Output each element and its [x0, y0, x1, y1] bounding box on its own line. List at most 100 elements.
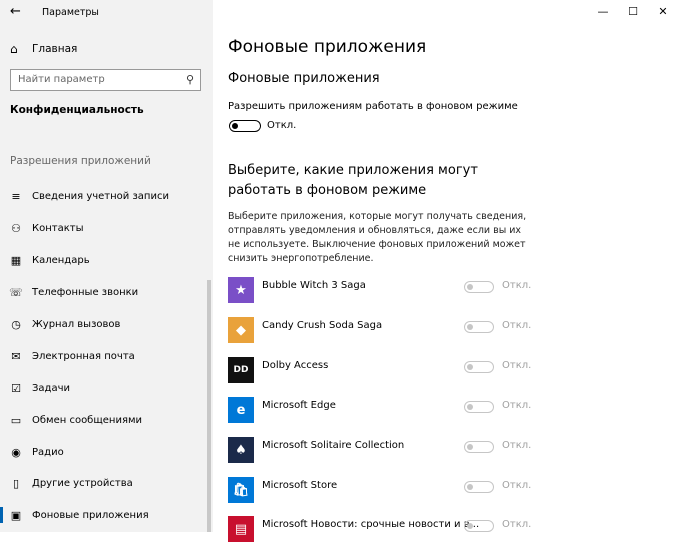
allow-background-label: Разрешить приложениям работать в фоновом…: [228, 101, 518, 112]
sidebar-item-phone-calls[interactable]: ☏ Телефонные звонки: [0, 280, 213, 304]
maximize-icon[interactable]: ☐: [619, 2, 647, 22]
minimize-icon[interactable]: —: [589, 2, 617, 22]
sidebar-item-radio[interactable]: ◉ Радио: [0, 440, 213, 464]
app-toggle-state: Откл.: [502, 400, 532, 411]
sidebar-item-label: Радио: [32, 446, 64, 458]
app-toggle-state: Откл.: [502, 519, 532, 530]
toggle-knob: [467, 283, 473, 290]
app-name: Microsoft Edge: [262, 400, 336, 411]
sidebar-item-label: Обмен сообщениями: [32, 414, 143, 426]
sidebar-item-label: Другие устройства: [32, 477, 133, 489]
news-app-icon: ▤: [228, 516, 254, 542]
phone-icon: ☏: [9, 285, 23, 299]
app-toggle[interactable]: [464, 441, 494, 453]
app-toggle-state: Откл.: [502, 280, 532, 291]
section-header: Разрешения приложений: [10, 155, 151, 167]
category-title: Конфиденциальность: [10, 104, 144, 116]
choose-apps-heading: Выберите, какие приложения могут работат…: [228, 163, 478, 198]
sidebar-item-contacts[interactable]: ⚇ Контакты: [0, 216, 213, 240]
solitaire-app-icon: ♠: [228, 437, 254, 463]
home-link[interactable]: ⌂ Главная: [10, 40, 77, 58]
list-item: ★ Bubble Witch 3 Saga Откл.: [228, 277, 668, 305]
contacts-icon: ⚇: [11, 221, 21, 235]
allow-background-state: Откл.: [267, 120, 297, 131]
sidebar-item-tasks[interactable]: ☑ Задачи: [0, 376, 213, 400]
sidebar-item-label: Сведения учетной записи: [32, 190, 169, 202]
sidebar-item-call-history[interactable]: ◷ Журнал вызовов: [0, 312, 213, 336]
search-input[interactable]: Найти параметр ⚲: [10, 69, 201, 91]
app-name: Candy Crush Soda Saga: [262, 320, 383, 331]
app-name: Dolby Access: [262, 360, 329, 371]
app-toggle-state: Откл.: [502, 480, 532, 491]
app-name: Microsoft Новости: срочные новости и в..…: [262, 519, 480, 530]
toggle-knob: [467, 323, 473, 330]
search-placeholder: Найти параметр: [18, 74, 105, 85]
sidebar-item-calendar[interactable]: ▦ Календарь: [0, 248, 213, 272]
radio-icon: ◉: [11, 445, 21, 459]
list-item: 🛍 Microsoft Store Откл.: [228, 477, 668, 505]
sidebar-scrollbar[interactable]: [207, 280, 211, 532]
sidebar-item-label: Задачи: [32, 382, 70, 394]
back-arrow-icon[interactable]: ←: [10, 4, 21, 19]
app-toggle-state: Откл.: [502, 440, 532, 451]
candy-crush-app-icon: ◆: [228, 317, 254, 343]
toggle-knob: [467, 483, 473, 490]
toggle-knob: [467, 443, 473, 450]
list-item: ♠ Microsoft Solitaire Collection Откл.: [228, 437, 668, 465]
sidebar-item-messaging[interactable]: ▭ Обмен сообщениями: [0, 408, 213, 432]
sidebar-item-label: Телефонные звонки: [32, 286, 139, 298]
section-subtitle: Фоновые приложения: [228, 71, 380, 86]
sidebar-item-email[interactable]: ✉ Электронная почта: [0, 344, 213, 368]
sidebar-item-account-info[interactable]: ≡ Сведения учетной записи: [0, 184, 213, 208]
app-toggle-state: Откл.: [502, 360, 532, 371]
app-toggle[interactable]: [464, 481, 494, 493]
email-icon: ✉: [11, 349, 21, 363]
search-icon[interactable]: ⚲: [186, 73, 194, 86]
sidebar-item-other-devices[interactable]: ▯ Другие устройства: [0, 471, 213, 495]
sidebar: ← Параметры ⌂ Главная Найти параметр ⚲ К…: [0, 0, 213, 532]
app-name: Microsoft Store: [262, 480, 338, 491]
sidebar-item-label: Фоновые приложения: [32, 509, 149, 521]
bubble-witch-app-icon: ★: [228, 277, 254, 303]
titlebar: ← Параметры: [0, 0, 213, 26]
tasks-icon: ☑: [11, 381, 21, 395]
app-toggle[interactable]: [464, 281, 494, 293]
toggle-knob: [467, 403, 473, 410]
sidebar-item-background-apps[interactable]: ▣ Фоновые приложения: [0, 503, 213, 527]
close-icon[interactable]: ✕: [649, 2, 677, 22]
page-title: Фоновые приложения: [228, 37, 427, 57]
sidebar-item-label: Контакты: [32, 222, 84, 234]
choose-apps-description: Выберите приложения, которые могут получ…: [228, 211, 527, 264]
sidebar-item-label: Календарь: [32, 254, 90, 266]
sidebar-item-label: Журнал вызовов: [32, 318, 121, 330]
toggle-knob: [467, 522, 473, 529]
app-toggle-state: Откл.: [502, 320, 532, 331]
main-content: — ☐ ✕ Фоновые приложения Фоновые приложе…: [213, 0, 680, 542]
app-toggle[interactable]: [464, 361, 494, 373]
app-toggle[interactable]: [464, 401, 494, 413]
dolby-app-icon: DD: [228, 357, 254, 383]
list-item: e Microsoft Edge Откл.: [228, 397, 668, 425]
list-item: ◆ Candy Crush Soda Saga Откл.: [228, 317, 668, 345]
app-toggle[interactable]: [464, 520, 494, 532]
selection-indicator: [0, 507, 3, 523]
list-item: DD Dolby Access Откл.: [228, 357, 668, 385]
app-toggle[interactable]: [464, 321, 494, 333]
app-name: Microsoft Solitaire Collection: [262, 440, 405, 451]
edge-app-icon: e: [228, 397, 254, 423]
devices-icon: ▯: [12, 476, 20, 490]
home-icon: ⌂: [10, 42, 18, 56]
toggle-knob: [232, 122, 238, 129]
toggle-knob: [467, 363, 473, 370]
window-title: Параметры: [42, 7, 99, 18]
background-apps-icon: ▣: [10, 508, 22, 522]
app-name: Bubble Witch 3 Saga: [262, 280, 366, 291]
store-app-icon: 🛍: [228, 477, 254, 503]
messaging-icon: ▭: [10, 413, 22, 427]
list-item: ▤ Microsoft Новости: срочные новости и в…: [228, 516, 668, 544]
sidebar-item-label: Электронная почта: [32, 350, 135, 362]
call-history-icon: ◷: [11, 317, 21, 331]
account-info-icon: ≡: [11, 189, 21, 203]
calendar-icon: ▦: [10, 253, 22, 267]
allow-background-toggle[interactable]: [229, 120, 261, 132]
